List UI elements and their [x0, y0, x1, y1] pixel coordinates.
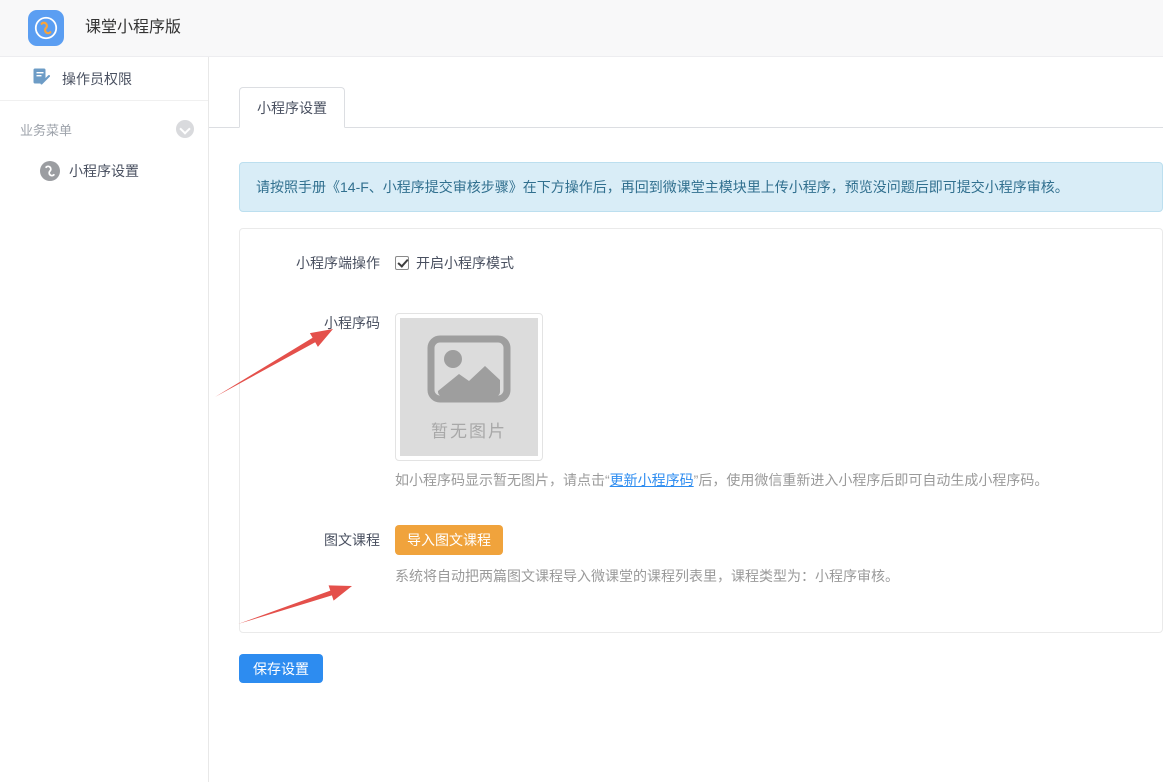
qrcode-help-prefix: 如小程序码显示暂无图片，请点击“ [395, 472, 610, 488]
enable-mode-checkbox-wrap[interactable]: 开启小程序模式 [395, 253, 514, 273]
mode-label: 小程序端操作 [240, 253, 395, 273]
miniprogram-circle-icon [40, 161, 60, 181]
settings-form: 小程序端操作 开启小程序模式 小程序码 [239, 228, 1163, 633]
image-icon [427, 318, 511, 408]
import-course-button[interactable]: 导入图文课程 [395, 525, 503, 555]
form-row-course: 图文课程 导入图文课程 系统将自动把两篇图文课程导入微课堂的课程列表里，课程类型… [240, 525, 1162, 586]
save-settings-button[interactable]: 保存设置 [239, 654, 323, 683]
mode-checkbox[interactable] [395, 256, 409, 270]
qrcode-label: 小程序码 [240, 313, 395, 491]
course-label: 图文课程 [240, 525, 395, 586]
main-content: 小程序设置 请按照手册《14-F、小程序提交审核步骤》在下方操作后，再回到微课堂… [209, 57, 1163, 782]
app-logo-icon [28, 10, 64, 46]
tab-bar: 小程序设置 [209, 87, 1163, 128]
sidebar-divider [0, 100, 208, 101]
sidebar-section-business-menu: 业务菜单 [0, 109, 208, 149]
no-image-text: 暂无图片 [431, 417, 507, 442]
sidebar: 操作员权限 业务菜单 小程序设置 [0, 57, 209, 782]
qrcode-help-suffix: ”后，使用微信重新进入小程序后即可自动生成小程序码。 [694, 472, 1049, 488]
form-row-mode: 小程序端操作 开启小程序模式 [240, 253, 1162, 273]
sidebar-item-miniprogram-settings[interactable]: 小程序设置 [0, 149, 208, 193]
app-header: 课堂小程序版 [0, 0, 1163, 57]
page-title: 课堂小程序版 [85, 0, 181, 56]
tab-miniprogram-settings[interactable]: 小程序设置 [239, 87, 345, 128]
sidebar-item-label: 操作员权限 [62, 69, 132, 89]
update-qrcode-link[interactable]: 更新小程序码 [610, 472, 694, 488]
course-help-text: 系统将自动把两篇图文课程导入微课堂的课程列表里，课程类型为：小程序审核。 [395, 566, 899, 586]
sidebar-item-label: 小程序设置 [69, 161, 139, 181]
course-field: 导入图文课程 系统将自动把两篇图文课程导入微课堂的课程列表里，课程类型为：小程序… [395, 525, 899, 586]
form-row-qrcode: 小程序码 暂无图片 [240, 313, 1162, 491]
qrcode-field: 暂无图片 如小程序码显示暂无图片，请点击“更新小程序码”后，使用微信重新进入小程… [395, 313, 1048, 491]
qrcode-help-text: 如小程序码显示暂无图片，请点击“更新小程序码”后，使用微信重新进入小程序后即可自… [395, 469, 1048, 491]
sidebar-section-label: 业务菜单 [20, 120, 176, 139]
mode-checkbox-label: 开启小程序模式 [416, 253, 514, 273]
chevron-down-icon[interactable] [176, 120, 194, 138]
info-banner: 请按照手册《14-F、小程序提交审核步骤》在下方操作后，再回到微课堂主模块里上传… [239, 162, 1163, 212]
qrcode-image-placeholder[interactable]: 暂无图片 [395, 313, 543, 461]
document-edit-icon [32, 67, 50, 90]
sidebar-item-operator-permissions[interactable]: 操作员权限 [0, 57, 208, 100]
